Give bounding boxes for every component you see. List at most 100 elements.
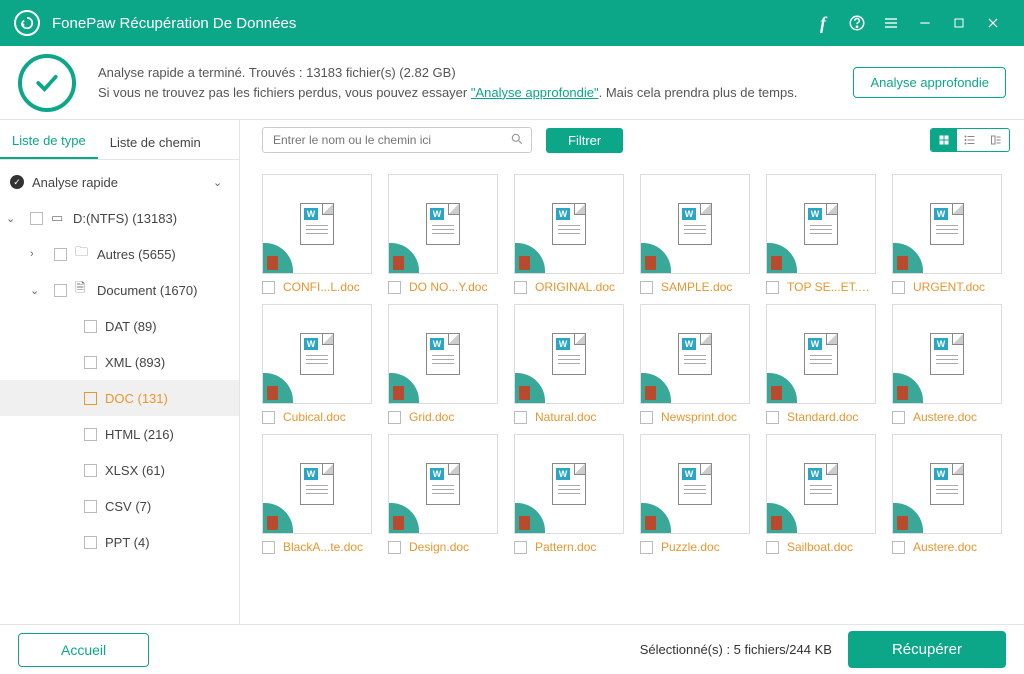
checkbox[interactable] bbox=[54, 284, 67, 297]
file-item[interactable]: W URGENT.doc bbox=[892, 174, 1002, 294]
facebook-icon[interactable]: f bbox=[806, 0, 840, 46]
file-item[interactable]: W Grid.doc bbox=[388, 304, 498, 424]
menu-icon[interactable] bbox=[874, 0, 908, 46]
file-thumbnail[interactable]: W bbox=[766, 434, 876, 534]
deep-scan-button[interactable]: Analyse approfondie bbox=[853, 67, 1006, 98]
file-item[interactable]: W SAMPLE.doc bbox=[640, 174, 750, 294]
checkbox[interactable] bbox=[766, 411, 779, 424]
tree-document[interactable]: ⌄ 🗎 Document (1670) bbox=[0, 272, 239, 308]
file-thumbnail[interactable]: W bbox=[514, 434, 624, 534]
checkbox[interactable] bbox=[514, 281, 527, 294]
chevron-right-icon[interactable]: › bbox=[30, 248, 46, 260]
file-item[interactable]: W Design.doc bbox=[388, 434, 498, 554]
tree-filetype-item[interactable]: PPT (4) bbox=[0, 524, 239, 560]
checkbox[interactable] bbox=[514, 411, 527, 424]
deep-scan-link[interactable]: "Analyse approfondie" bbox=[471, 85, 599, 100]
checkbox[interactable] bbox=[262, 281, 275, 294]
maximize-button[interactable] bbox=[942, 0, 976, 46]
tab-path-list[interactable]: Liste de chemin bbox=[98, 126, 213, 159]
home-button[interactable]: Accueil bbox=[18, 633, 149, 667]
file-thumbnail[interactable]: W bbox=[892, 174, 1002, 274]
file-thumbnail[interactable]: W bbox=[388, 434, 498, 534]
checkbox[interactable] bbox=[84, 356, 97, 369]
file-thumbnail[interactable]: W bbox=[640, 174, 750, 274]
checkbox[interactable] bbox=[84, 500, 97, 513]
file-item[interactable]: W Austere.doc bbox=[892, 304, 1002, 424]
checkbox[interactable] bbox=[766, 281, 779, 294]
checkbox[interactable] bbox=[766, 541, 779, 554]
tree-filetype-item[interactable]: DAT (89) bbox=[0, 308, 239, 344]
tree-others[interactable]: › 🗀 Autres (5655) bbox=[0, 236, 239, 272]
tree-drive[interactable]: ⌄ ▭ D:(NTFS) (13183) bbox=[0, 200, 239, 236]
tree-item-label: PPT (4) bbox=[105, 535, 150, 550]
file-thumbnail[interactable]: W bbox=[262, 434, 372, 534]
file-thumbnail[interactable]: W bbox=[388, 304, 498, 404]
file-thumbnail[interactable]: W bbox=[892, 304, 1002, 404]
tree-filetype-item[interactable]: DOC (131) bbox=[0, 380, 239, 416]
grid-view-button[interactable] bbox=[931, 129, 957, 151]
file-item[interactable]: W CONFI...L.doc bbox=[262, 174, 372, 294]
tree-filetype-item[interactable]: CSV (7) bbox=[0, 488, 239, 524]
close-button[interactable] bbox=[976, 0, 1010, 46]
checkbox[interactable] bbox=[262, 541, 275, 554]
chevron-down-icon[interactable]: ⌄ bbox=[6, 212, 22, 225]
search-icon[interactable] bbox=[510, 132, 524, 149]
file-thumbnail[interactable]: W bbox=[640, 434, 750, 534]
checkbox[interactable] bbox=[892, 411, 905, 424]
minimize-button[interactable] bbox=[908, 0, 942, 46]
checkbox[interactable] bbox=[892, 281, 905, 294]
file-thumbnail[interactable]: W bbox=[388, 174, 498, 274]
checkbox[interactable] bbox=[84, 464, 97, 477]
checkbox[interactable] bbox=[84, 392, 97, 405]
tree-filetype-item[interactable]: HTML (216) bbox=[0, 416, 239, 452]
checkbox[interactable] bbox=[30, 212, 43, 225]
checkbox[interactable] bbox=[388, 411, 401, 424]
list-view-button[interactable] bbox=[957, 129, 983, 151]
file-item[interactable]: W Natural.doc bbox=[514, 304, 624, 424]
checkbox[interactable] bbox=[388, 541, 401, 554]
file-thumbnail[interactable]: W bbox=[262, 174, 372, 274]
checkbox[interactable] bbox=[514, 541, 527, 554]
file-item[interactable]: W Sailboat.doc bbox=[766, 434, 876, 554]
tree-filetype-item[interactable]: XML (893) bbox=[0, 344, 239, 380]
file-thumbnail[interactable]: W bbox=[640, 304, 750, 404]
checkbox[interactable] bbox=[388, 281, 401, 294]
file-item[interactable]: W TOP SE...ET.doc bbox=[766, 174, 876, 294]
checkbox[interactable] bbox=[84, 320, 97, 333]
file-item[interactable]: W BlackA...te.doc bbox=[262, 434, 372, 554]
checkbox[interactable] bbox=[640, 541, 653, 554]
checkbox[interactable] bbox=[54, 248, 67, 261]
checkbox[interactable] bbox=[892, 541, 905, 554]
help-icon[interactable] bbox=[840, 0, 874, 46]
file-item[interactable]: W Puzzle.doc bbox=[640, 434, 750, 554]
file-item[interactable]: W Newsprint.doc bbox=[640, 304, 750, 424]
file-thumbnail[interactable]: W bbox=[514, 174, 624, 274]
checkbox[interactable] bbox=[640, 281, 653, 294]
tab-type-list[interactable]: Liste de type bbox=[0, 124, 98, 159]
chevron-down-icon[interactable]: ⌄ bbox=[213, 176, 229, 189]
file-item[interactable]: W ORIGINAL.doc bbox=[514, 174, 624, 294]
file-item[interactable]: W Austere.doc bbox=[892, 434, 1002, 554]
checkbox[interactable] bbox=[84, 536, 97, 549]
filter-button[interactable]: Filtrer bbox=[546, 128, 623, 153]
detail-view-button[interactable] bbox=[983, 129, 1009, 151]
file-thumbnail[interactable]: W bbox=[892, 434, 1002, 534]
checkbox[interactable] bbox=[640, 411, 653, 424]
file-item[interactable]: W Cubical.doc bbox=[262, 304, 372, 424]
file-thumbnail[interactable]: W bbox=[262, 304, 372, 404]
tree-quick-scan[interactable]: ✓ Analyse rapide ⌄ bbox=[0, 164, 239, 200]
file-thumbnail[interactable]: W bbox=[766, 304, 876, 404]
chevron-down-icon[interactable]: ⌄ bbox=[30, 284, 46, 297]
checkbox[interactable] bbox=[84, 428, 97, 441]
search-input[interactable] bbox=[262, 127, 532, 153]
file-item[interactable]: W Pattern.doc bbox=[514, 434, 624, 554]
tree-filetype-item[interactable]: XLSX (61) bbox=[0, 452, 239, 488]
checkbox[interactable] bbox=[262, 411, 275, 424]
file-item[interactable]: W Standard.doc bbox=[766, 304, 876, 424]
file-item[interactable]: W DO NO...Y.doc bbox=[388, 174, 498, 294]
word-doc-icon: W bbox=[678, 463, 712, 505]
file-thumbnail[interactable]: W bbox=[514, 304, 624, 404]
file-thumbnail[interactable]: W bbox=[766, 174, 876, 274]
recover-button[interactable]: Récupérer bbox=[848, 631, 1006, 668]
tree-item-label: XLSX (61) bbox=[105, 463, 165, 478]
